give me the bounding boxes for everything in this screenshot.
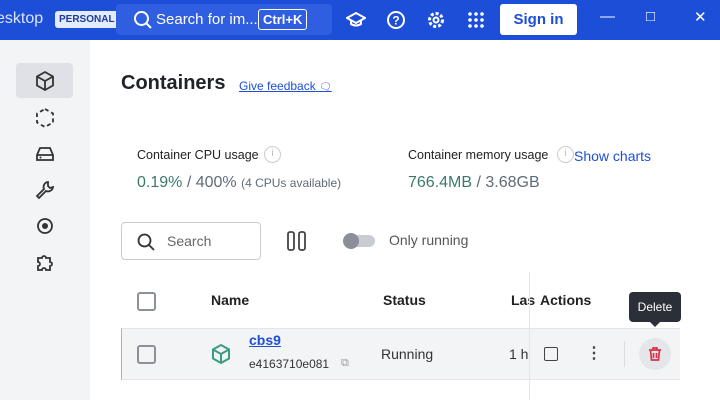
cpu-usage-value: 0.19% / 400% (4 CPUs available) [137, 174, 341, 192]
close-icon[interactable]: ✕ [694, 8, 707, 26]
sidebar-item-builds[interactable] [16, 208, 73, 243]
cpu-usage-label: Container CPU usage [137, 148, 259, 162]
info-icon[interactable]: i [557, 146, 574, 163]
column-divider [529, 272, 530, 400]
divider [624, 341, 625, 367]
sign-in-button[interactable]: Sign in [500, 4, 577, 35]
container-icon [212, 343, 230, 365]
column-header-last-started[interactable]: Las [511, 292, 535, 308]
shortcut-hint: Ctrl+K [258, 9, 308, 30]
page-title: Containers [121, 72, 226, 94]
image-layers-icon [35, 107, 54, 128]
puzzle-icon [36, 254, 53, 271]
more-actions-icon[interactable]: ⋮ [586, 343, 602, 363]
sidebar-item-dev-environments[interactable] [16, 172, 73, 207]
table-row[interactable]: cbs9 e4163710e081 ⧉ Running 1 h ⋮ [121, 328, 680, 380]
columns-toggle-icon[interactable] [286, 231, 308, 251]
select-all-checkbox[interactable] [137, 292, 156, 311]
column-header-actions: Actions [540, 292, 592, 308]
apps-grid-icon[interactable] [466, 10, 486, 30]
give-feedback-link[interactable]: Give feedback 🗨 [239, 79, 332, 93]
feedback-label: Give feedback [239, 79, 316, 93]
start-stop-button[interactable] [544, 347, 558, 361]
wrench-icon [35, 180, 54, 199]
container-id: e4163710e081 [249, 357, 330, 371]
sidebar-item-volumes[interactable] [16, 136, 73, 171]
builds-icon [36, 217, 53, 234]
column-header-status[interactable]: Status [383, 292, 426, 308]
global-search[interactable]: Search for im... Ctrl+K [116, 4, 332, 35]
memory-usage-value: 766.4MB / 3.68GB [408, 174, 540, 192]
sidebar-item-images[interactable] [16, 100, 73, 135]
app-name: esktop [0, 10, 44, 27]
cpu-used: 0.19% [137, 174, 183, 191]
only-running-toggle[interactable] [343, 233, 375, 249]
drive-icon [35, 146, 54, 161]
memory-usage-label: Container memory usage [408, 148, 549, 162]
status-text: Running [381, 346, 434, 362]
search-placeholder: Search [167, 233, 212, 249]
cpu-total: / 400% [186, 174, 237, 191]
search-icon [137, 233, 155, 251]
container-name-link[interactable]: cbs9 [249, 332, 281, 348]
search-placeholder: Search for im... [156, 11, 258, 28]
maximize-icon[interactable]: □ [646, 8, 655, 25]
feedback-icon: 🗨 [319, 82, 332, 93]
help-icon[interactable]: ? [386, 10, 406, 30]
learning-center-icon[interactable] [346, 10, 366, 30]
column-header-name[interactable]: Name [211, 292, 249, 308]
search-icon [134, 11, 152, 29]
minimize-icon[interactable]: — [600, 8, 615, 25]
title-bar: esktop PERSONAL Search for im... Ctrl+K … [0, 0, 720, 40]
only-running-label: Only running [389, 232, 469, 248]
trash-icon [649, 347, 661, 361]
sidebar-item-containers[interactable] [16, 63, 73, 98]
search-input[interactable]: Search [121, 222, 261, 260]
last-started: 1 h [509, 346, 529, 362]
delete-button[interactable] [639, 338, 671, 370]
info-icon[interactable]: i [264, 146, 281, 163]
sidebar [0, 40, 90, 400]
gear-icon[interactable] [426, 10, 446, 30]
svg-text:?: ? [392, 14, 399, 28]
show-charts-link[interactable]: Show charts [574, 148, 651, 164]
plan-badge: PERSONAL [55, 11, 119, 28]
row-checkbox[interactable] [137, 345, 156, 364]
container-icon [35, 70, 54, 91]
mem-total: / 3.68GB [476, 174, 540, 191]
sidebar-item-extensions[interactable] [16, 244, 73, 279]
cpu-note: (4 CPUs available) [241, 176, 342, 190]
delete-tooltip: Delete [629, 292, 681, 327]
copy-icon[interactable]: ⧉ [341, 357, 349, 370]
mem-used: 766.4MB [408, 174, 473, 191]
